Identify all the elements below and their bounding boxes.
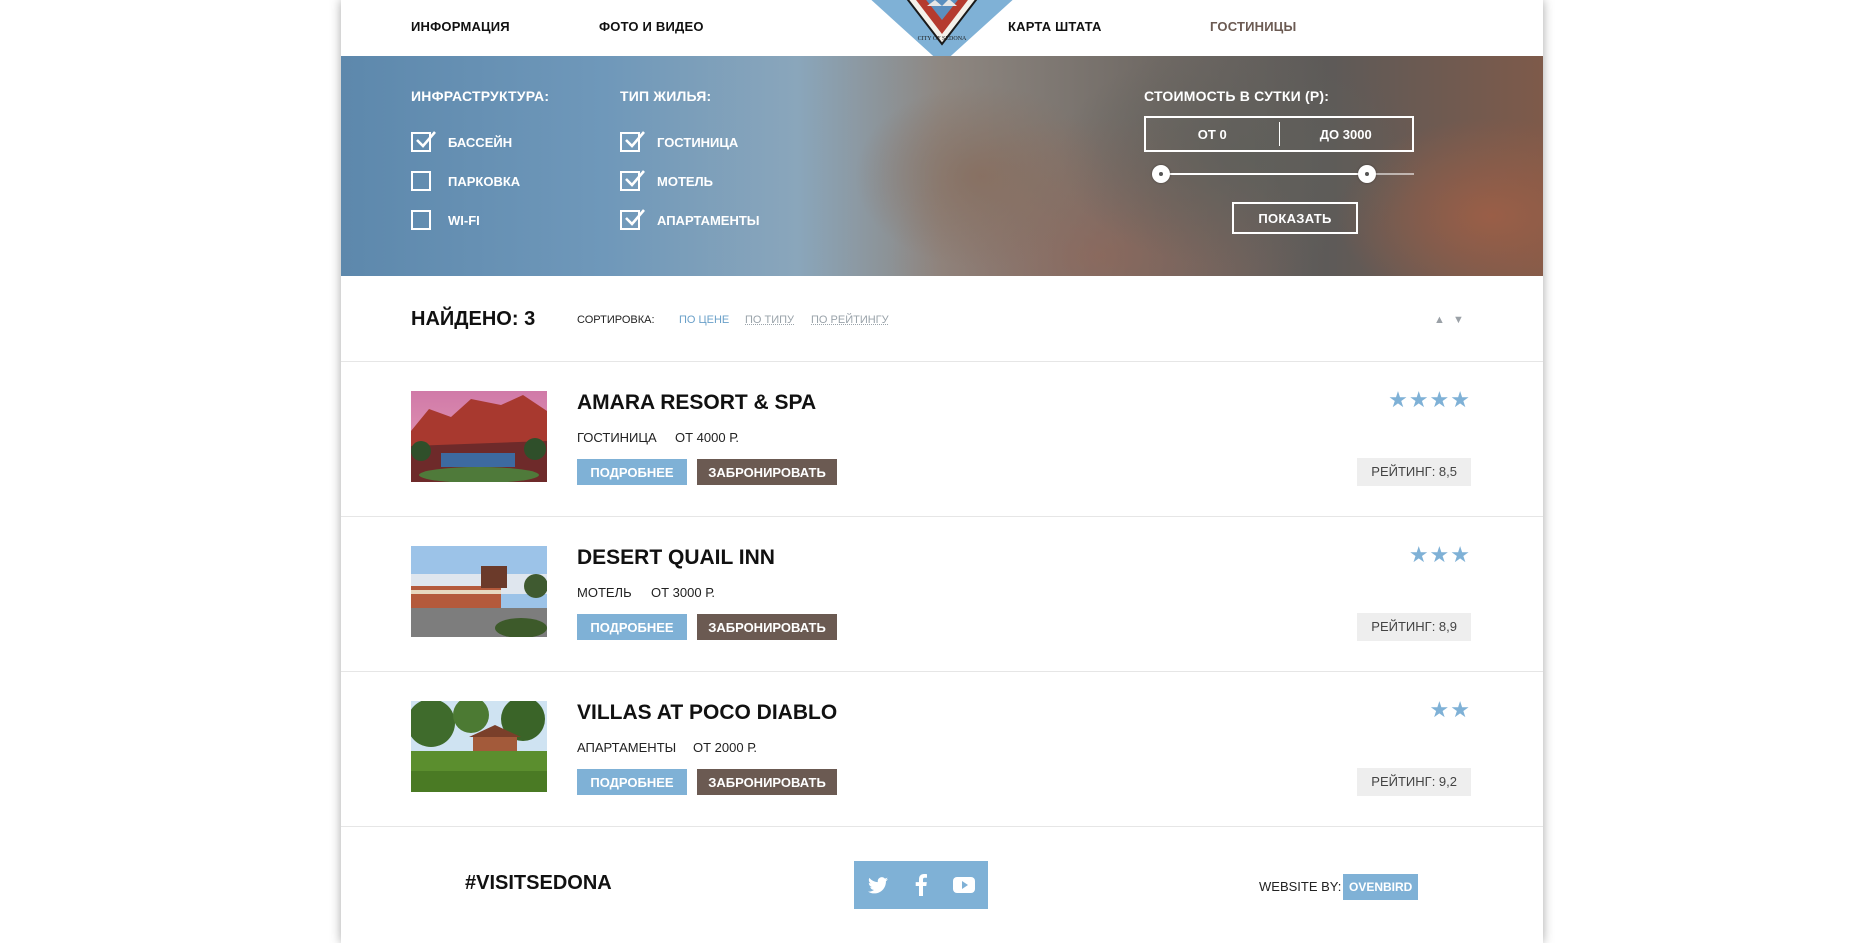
sort-by-price[interactable]: ПО ЦЕНЕ bbox=[679, 314, 729, 326]
footer: #VISITSEDONA WEBSITE BY: OVENBIRD bbox=[341, 825, 1543, 943]
details-button[interactable]: ПОДРОБНЕЕ bbox=[577, 614, 687, 640]
top-nav: ИНФОРМАЦИЯ ФОТО И ВИДЕО КАРТА ШТАТА ГОСТ… bbox=[341, 0, 1543, 64]
hotel-price: ОТ 2000 Р. bbox=[693, 740, 758, 755]
checkmark-icon bbox=[625, 170, 645, 187]
filter-hotel-label: ГОСТИНИЦА bbox=[657, 134, 739, 150]
ovenbird-link[interactable]: OVENBIRD bbox=[1343, 874, 1419, 900]
filter-wifi[interactable]: WI-FI bbox=[411, 208, 480, 232]
details-button[interactable]: ПОДРОБНЕЕ bbox=[577, 769, 687, 795]
star-rating-icon: ★★★★ bbox=[1388, 387, 1471, 412]
result-card: DESERT QUAIL INN МОТЕЛЬ ОТ 3000 Р. ПОДРО… bbox=[341, 517, 1543, 672]
hotel-photo[interactable] bbox=[411, 546, 547, 637]
checkbox-pool[interactable] bbox=[411, 131, 436, 152]
found-count: НАЙДЕНО: 3 bbox=[411, 308, 536, 330]
price-slider-fill bbox=[1161, 173, 1367, 175]
sort-desc-icon[interactable]: ▼ bbox=[1453, 314, 1464, 326]
book-button[interactable]: ЗАБРОНИРОВАТЬ bbox=[697, 614, 837, 640]
result-card: AMARA RESORT & SPA ГОСТИНИЦА ОТ 4000 Р. … bbox=[341, 362, 1543, 517]
filter-apartments[interactable]: АПАРТАМЕНТЫ bbox=[620, 208, 760, 232]
hotel-price: ОТ 3000 Р. bbox=[651, 585, 716, 600]
website-by-label: WEBSITE BY: bbox=[1259, 879, 1342, 894]
filter-parking-label: ПАРКОВКА bbox=[448, 173, 521, 189]
checkbox-parking[interactable] bbox=[411, 171, 431, 191]
rating-badge: РЕЙТИНГ: 8,9 bbox=[1357, 613, 1471, 641]
checkmark-icon bbox=[416, 131, 436, 148]
hotel-title[interactable]: VILLAS AT POCO DIABLO bbox=[577, 701, 837, 725]
price-from-field[interactable]: ОТ 0 bbox=[1146, 118, 1279, 150]
filter-hotel[interactable]: ГОСТИНИЦА bbox=[620, 130, 738, 154]
book-button[interactable]: ЗАБРОНИРОВАТЬ bbox=[697, 769, 837, 795]
hotel-photo[interactable] bbox=[411, 391, 547, 482]
hotel-type: ГОСТИНИЦА bbox=[577, 430, 657, 445]
hotel-type: МОТЕЛЬ bbox=[577, 585, 632, 600]
filter-motel[interactable]: МОТЕЛЬ bbox=[620, 169, 713, 193]
result-card: VILLAS AT POCO DIABLO АПАРТАМЕНТЫ ОТ 200… bbox=[341, 672, 1543, 827]
checkmark-icon bbox=[625, 131, 645, 148]
nav-item-photo-video[interactable]: ФОТО И ВИДЕО bbox=[599, 19, 704, 34]
price-slider-min-handle[interactable] bbox=[1152, 165, 1170, 183]
nav-item-info[interactable]: ИНФОРМАЦИЯ bbox=[411, 19, 510, 34]
facebook-icon[interactable] bbox=[897, 861, 945, 909]
book-button[interactable]: ЗАБРОНИРОВАТЬ bbox=[697, 459, 837, 485]
rating-badge: РЕЙТИНГ: 8,5 bbox=[1357, 458, 1471, 486]
filter-pool-label: БАССЕЙН bbox=[448, 134, 513, 150]
price-title: СТОИМОСТЬ В СУТКИ (Р): bbox=[1144, 88, 1330, 104]
nav-item-hotels[interactable]: ГОСТИНИЦЫ bbox=[1210, 19, 1296, 34]
sort-by-rating[interactable]: ПО РЕЙТИНГУ bbox=[811, 314, 889, 326]
price-range-box: ОТ 0 ДО 3000 bbox=[1144, 116, 1414, 152]
filter-motel-label: МОТЕЛЬ bbox=[657, 173, 714, 189]
page: ИНФОРМАЦИЯ ФОТО И ВИДЕО КАРТА ШТАТА ГОСТ… bbox=[341, 0, 1543, 943]
checkbox-hotel[interactable] bbox=[620, 131, 645, 152]
nav-item-state-map[interactable]: КАРТА ШТАТА bbox=[1008, 19, 1102, 34]
sort-by-type[interactable]: ПО ТИПУ bbox=[745, 314, 794, 326]
filter-parking[interactable]: ПАРКОВКА bbox=[411, 169, 520, 193]
filter-pool[interactable]: БАССЕЙН bbox=[411, 130, 512, 154]
details-button[interactable]: ПОДРОБНЕЕ bbox=[577, 459, 687, 485]
checkbox-motel[interactable] bbox=[620, 170, 645, 191]
sort-asc-icon[interactable]: ▲ bbox=[1434, 314, 1445, 326]
sort-label: СОРТИРОВКА: bbox=[577, 314, 655, 326]
filter-panel: ИНФРАСТРУКТУРА: БАССЕЙН ПАРКОВКА WI-FI Т… bbox=[341, 56, 1543, 276]
checkbox-apartments[interactable] bbox=[620, 209, 645, 230]
hotel-photo[interactable] bbox=[411, 701, 547, 792]
hashtag: #VISITSEDONA bbox=[465, 872, 612, 894]
twitter-icon[interactable] bbox=[854, 861, 902, 909]
hotel-price: ОТ 4000 Р. bbox=[675, 430, 740, 445]
price-slider-max-handle[interactable] bbox=[1357, 165, 1376, 183]
housing-title: ТИП ЖИЛЬЯ: bbox=[620, 88, 712, 104]
rating-badge: РЕЙТИНГ: 9,2 bbox=[1357, 768, 1471, 796]
star-rating-icon: ★★★ bbox=[1408, 542, 1471, 567]
show-button[interactable]: ПОКАЗАТЬ bbox=[1232, 202, 1358, 234]
hotel-type: АПАРТАМЕНТЫ bbox=[577, 740, 677, 755]
price-to-field[interactable]: ДО 3000 bbox=[1280, 118, 1413, 150]
filter-wifi-label: WI-FI bbox=[448, 212, 480, 228]
infrastructure-title: ИНФРАСТРУКТУРА: bbox=[411, 88, 550, 104]
filter-apartments-label: АПАРТАМЕНТЫ bbox=[657, 212, 760, 228]
star-rating-icon: ★★ bbox=[1429, 697, 1471, 722]
sort-bar: НАЙДЕНО: 3 СОРТИРОВКА: ПО ЦЕНЕ ПО ТИПУ П… bbox=[341, 276, 1543, 362]
checkmark-icon bbox=[625, 209, 645, 226]
logo-text: CITY OF SEDONA bbox=[918, 36, 967, 42]
checkbox-wifi[interactable] bbox=[411, 210, 431, 230]
hotel-title[interactable]: DESERT QUAIL INN bbox=[577, 546, 775, 570]
youtube-icon[interactable] bbox=[940, 861, 988, 909]
hotel-title[interactable]: AMARA RESORT & SPA bbox=[577, 391, 816, 415]
